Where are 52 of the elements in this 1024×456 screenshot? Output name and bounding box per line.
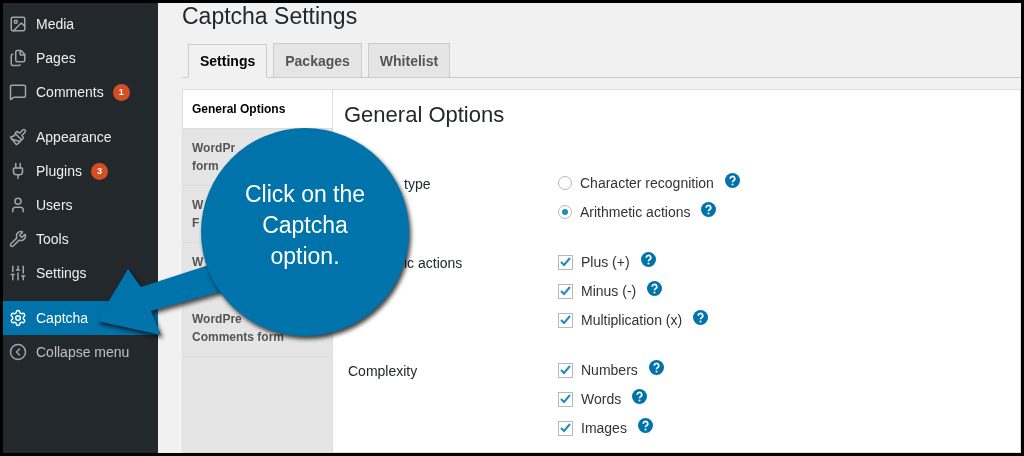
sidebar-item[interactable]: Collapse menu — [3, 335, 158, 369]
option-label: Multiplication (x) — [581, 312, 683, 328]
option-label: Numbers — [581, 362, 638, 378]
person-icon — [9, 196, 27, 214]
checkbox[interactable] — [558, 254, 573, 270]
field-label: type — [404, 176, 431, 192]
section-heading: General Options — [344, 102, 506, 128]
checkbox[interactable] — [558, 283, 573, 299]
tab[interactable]: Settings — [188, 44, 268, 78]
field-label: Complexity — [348, 363, 418, 379]
checkbox[interactable] — [558, 312, 573, 328]
sidebar-item[interactable]: Appearance — [3, 120, 158, 154]
option-label: Images — [581, 420, 627, 436]
help-icon[interactable] — [648, 359, 664, 375]
image-icon — [9, 15, 27, 33]
option-label: Minus (-) — [581, 283, 637, 299]
field-label: ic actions — [404, 255, 463, 271]
wrench-icon — [9, 230, 27, 248]
help-icon[interactable] — [637, 417, 653, 433]
count-badge: 3 — [90, 162, 108, 180]
help-icon[interactable] — [632, 388, 648, 404]
tab[interactable]: Packages — [273, 43, 362, 77]
sidebar-item[interactable]: Tools — [3, 222, 158, 256]
gear-icon — [9, 309, 27, 327]
option-label: Arithmetic actions — [580, 204, 691, 220]
page-title: Captcha Settings — [182, 3, 359, 31]
option-label: Plus (+) — [581, 254, 630, 270]
option-label: Words — [581, 391, 622, 407]
sidebar-item[interactable]: Settings — [3, 256, 158, 290]
help-icon[interactable] — [640, 251, 656, 267]
sidebar-item[interactable]: Media — [3, 7, 158, 41]
sidebar-item[interactable]: Pages — [3, 41, 158, 75]
sidebar-item[interactable]: Comments 1 — [3, 75, 158, 109]
pages-icon — [9, 49, 27, 67]
collapse-icon — [9, 343, 27, 361]
paintbrush-icon — [9, 128, 27, 146]
help-icon[interactable] — [693, 309, 709, 325]
option-label: Character recognition — [580, 175, 714, 191]
speech-bubble-icon — [9, 83, 27, 101]
checkbox[interactable] — [558, 420, 573, 436]
checkbox[interactable] — [558, 391, 573, 407]
callout-text: Click on the Captcha option. — [243, 179, 367, 271]
help-icon[interactable] — [647, 280, 663, 296]
count-badge: 1 — [112, 83, 130, 101]
help-icon[interactable] — [724, 172, 740, 188]
sliders-icon — [9, 264, 27, 282]
checkbox[interactable] — [558, 362, 573, 378]
sidebar-item[interactable]: Users — [3, 188, 158, 222]
tab[interactable]: Whitelist — [367, 43, 451, 77]
section-tab[interactable]: General Options — [183, 90, 332, 129]
sidebar-item[interactable]: Plugins 3 — [3, 154, 158, 188]
help-icon[interactable] — [701, 201, 717, 217]
